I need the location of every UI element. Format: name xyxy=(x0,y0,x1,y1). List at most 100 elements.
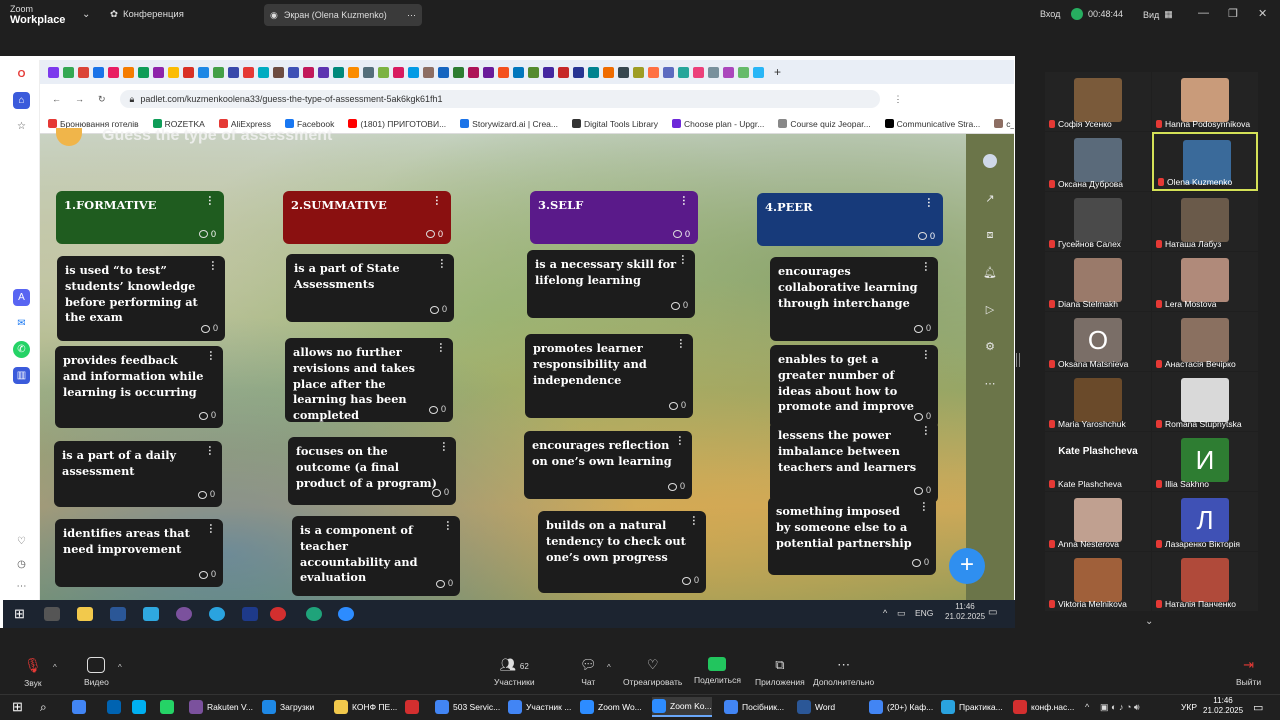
more-button[interactable]: ⋯ Дополнительно xyxy=(813,657,874,687)
post-card[interactable]: is a part of a daily assessment … 0 xyxy=(54,441,222,507)
tab-favicon-icon[interactable] xyxy=(648,66,659,78)
avatar-icon[interactable] xyxy=(983,154,997,168)
post-card[interactable]: is a component of teacher accountability… xyxy=(292,516,460,596)
post-card[interactable]: focuses on the outcome (a final product … xyxy=(288,437,456,505)
comment-count[interactable]: 0 xyxy=(681,573,699,589)
taskbar-app-button[interactable]: 503 Servic... xyxy=(435,697,500,717)
address-bar[interactable]: 🔒︎ padlet.com/kuzmenkoolena33/guess-the-… xyxy=(119,90,880,108)
post-card[interactable]: provides feedback and information while … xyxy=(55,346,223,428)
taskbar-app-button[interactable]: Rakuten V... xyxy=(189,697,253,717)
comment-count[interactable]: 0 xyxy=(197,487,215,503)
taskbar-app-button[interactable]: Посібник... xyxy=(724,697,784,717)
opera-app-icon[interactable] xyxy=(405,697,419,717)
post-card[interactable]: lessens the power imbalance between teac… xyxy=(770,421,938,503)
pinned-app-icon[interactable] xyxy=(107,697,121,717)
taskbar-lang[interactable]: УКР xyxy=(1181,697,1197,717)
post-card[interactable]: encourages reflection on one’s own learn… xyxy=(524,431,692,499)
shared-lang[interactable]: ENG xyxy=(915,608,933,618)
comment-count[interactable]: 0 xyxy=(667,479,685,495)
task-view-icon[interactable] xyxy=(44,607,60,621)
tab-favicon-icon[interactable] xyxy=(708,66,719,78)
participant-tile[interactable]: Kate Plashcheva Kate Plashcheva xyxy=(1045,432,1151,491)
participant-tile[interactable]: Софія Усенко xyxy=(1045,72,1151,131)
tab-favicon-icon[interactable] xyxy=(408,66,419,78)
viber-icon[interactable] xyxy=(176,607,192,621)
taskbar-app-button[interactable]: конф.нас... xyxy=(1013,697,1074,717)
tab-favicon-icon[interactable] xyxy=(393,66,404,78)
tab-favicon-icon[interactable] xyxy=(153,66,164,78)
audio-chevron-icon[interactable]: ^ xyxy=(53,663,57,672)
bookmark-item[interactable]: Communicative Stra... xyxy=(884,119,980,129)
taskbar-app-button[interactable]: Zoom Wo... xyxy=(580,697,642,717)
more-vert-icon[interactable]: … xyxy=(690,515,702,526)
tray-chevron-icon[interactable]: ^ xyxy=(1085,697,1089,717)
tab-favicon-icon[interactable] xyxy=(423,66,434,78)
tab-favicon-icon[interactable] xyxy=(723,66,734,78)
more-vert-icon[interactable]: … xyxy=(440,441,452,452)
video-chevron-icon[interactable]: ^ xyxy=(118,663,122,672)
bookmark-item[interactable]: (1801) ПРИГОТОВИ... xyxy=(348,119,446,129)
sign-in-button[interactable]: Вход xyxy=(1040,9,1060,19)
comment-count[interactable]: 0 xyxy=(198,229,216,239)
chat-button[interactable]: 💬︎ Чат xyxy=(580,657,597,687)
opera-icon[interactable] xyxy=(270,607,286,621)
more-vert-icon[interactable]: … xyxy=(438,258,450,269)
tab-favicon-icon[interactable] xyxy=(678,66,689,78)
notification-icon[interactable]: ▭ xyxy=(1253,697,1263,717)
comment-count[interactable]: 0 xyxy=(198,567,216,583)
participant-tile[interactable]: Romana Stupnytska xyxy=(1152,372,1258,431)
bookmark-item[interactable]: Storywizard.ai | Crea... xyxy=(460,119,558,129)
participant-tile[interactable]: O Oksana Matsnieva xyxy=(1045,312,1151,371)
tab-favicon-icon[interactable] xyxy=(138,66,149,78)
bookmark-item[interactable]: Digital Tools Library xyxy=(572,119,658,129)
tab-favicon-icon[interactable] xyxy=(693,66,704,78)
participant-tile[interactable]: Maria Yaroshchuk xyxy=(1045,372,1151,431)
zoom-icon[interactable] xyxy=(338,607,354,621)
bookmark-item[interactable]: c_feedback.pdf xyxy=(994,119,1014,129)
crop-icon[interactable]: ⧈ xyxy=(983,228,997,242)
edge-icon[interactable] xyxy=(306,607,322,621)
bookmark-item[interactable]: Choose plan - Upgr... xyxy=(672,119,764,129)
pinned-app-icon[interactable] xyxy=(160,697,174,717)
tab-favicon-icon[interactable] xyxy=(468,66,479,78)
post-card[interactable]: is used “to test” students’ knowledge be… xyxy=(57,256,225,341)
tab-favicon-icon[interactable] xyxy=(588,66,599,78)
participants-button[interactable]: 👥︎ 62 Участники xyxy=(494,657,535,687)
audio-button[interactable]: 🎙︎ Звук xyxy=(24,657,42,688)
gallery-scroll-down-icon[interactable]: ⌄ xyxy=(1145,616,1153,627)
tab-favicon-icon[interactable] xyxy=(753,66,764,78)
more-vert-icon[interactable]: … xyxy=(444,520,456,531)
participant-tile[interactable]: Diana Stelmakh xyxy=(1045,252,1151,311)
aria-icon[interactable]: A xyxy=(13,289,30,306)
tab-favicon-icon[interactable] xyxy=(228,66,239,78)
more-icon[interactable]: ⋯ xyxy=(983,376,997,390)
participant-tile[interactable]: Olena Kuzmenko xyxy=(1152,132,1258,191)
star-icon[interactable]: ☆ xyxy=(13,118,30,135)
participant-tile[interactable]: Viktoria Melnikova xyxy=(1045,552,1151,611)
messenger-icon[interactable]: ✉ xyxy=(13,315,30,332)
settings-icon[interactable]: ⚙ xyxy=(983,339,997,353)
taskbar-app-button[interactable]: Участник ... xyxy=(508,697,571,717)
tab-favicon-icon[interactable] xyxy=(123,66,134,78)
tab-favicon-icon[interactable] xyxy=(378,66,389,78)
screen-share-pill[interactable]: ◉ Экран (Olena Kuzmenko) ⋯ xyxy=(264,4,422,26)
more-vert-icon[interactable]: … xyxy=(207,523,219,534)
column-header-1[interactable]: 1.FORMATIVE … 0 xyxy=(56,191,224,244)
tab-favicon-icon[interactable] xyxy=(363,66,374,78)
comment-count[interactable]: 0 xyxy=(672,229,690,239)
taskbar-app-button[interactable]: КОНФ ПЕ... xyxy=(334,697,397,717)
tab-favicon-icon[interactable] xyxy=(573,66,584,78)
more-vert-icon[interactable]: … xyxy=(437,342,449,353)
more-vert-icon[interactable]: … xyxy=(676,435,688,446)
leave-button[interactable]: ⇥ Выйти xyxy=(1236,657,1261,687)
tab-favicon-icon[interactable] xyxy=(483,66,494,78)
tab-favicon-icon[interactable] xyxy=(513,66,524,78)
participant-tile[interactable]: Гусейнов Салех xyxy=(1045,192,1151,251)
comment-count[interactable]: 0 xyxy=(435,576,453,592)
back-icon[interactable]: ← xyxy=(52,94,61,104)
share-icon[interactable]: ↗ xyxy=(983,191,997,205)
tab-favicon-icon[interactable] xyxy=(618,66,629,78)
word-icon[interactable] xyxy=(110,607,126,621)
participant-tile[interactable]: Hanna Podosynnikova xyxy=(1152,72,1258,131)
forward-icon[interactable]: → xyxy=(75,94,84,104)
